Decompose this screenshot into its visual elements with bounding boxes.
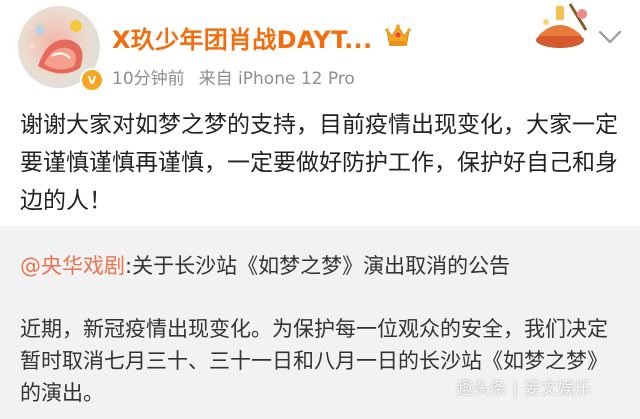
repost-mention[interactable]: @央华戏剧 [20,254,125,278]
username[interactable]: X玖少年团肖战DAYT... [112,20,372,55]
repost-title-text: :关于长沙站《如梦之梦》演出取消的公告 [125,254,511,278]
post-time: 10分钟前 [112,69,185,89]
sticker-icon[interactable] [520,0,600,52]
post-meta: 10分钟前 来自 iPhone 12 Pro [112,64,355,89]
avatar-container[interactable]: V [18,6,104,92]
repost-title[interactable]: @央华戏剧:关于长沙站《如梦之梦》演出取消的公告 [20,250,510,280]
post-header: V X玖少年团肖战DAYT... 10分钟前 来自 iPhone 12 Pro [0,0,640,98]
post-text: 谢谢大家对如梦之梦的支持，目前疫情出现变化，大家一定要谨慎谨慎再谨慎，一定要做好… [20,112,618,214]
post-source[interactable]: 来自 iPhone 12 Pro [199,69,355,89]
chevron-down-icon[interactable] [597,28,623,46]
truncated-text-line [20,410,450,419]
crown-icon[interactable] [384,22,412,48]
verified-badge-icon: V [80,68,104,92]
watermark: 趣头条 | 妄文娱乐 [456,379,592,399]
